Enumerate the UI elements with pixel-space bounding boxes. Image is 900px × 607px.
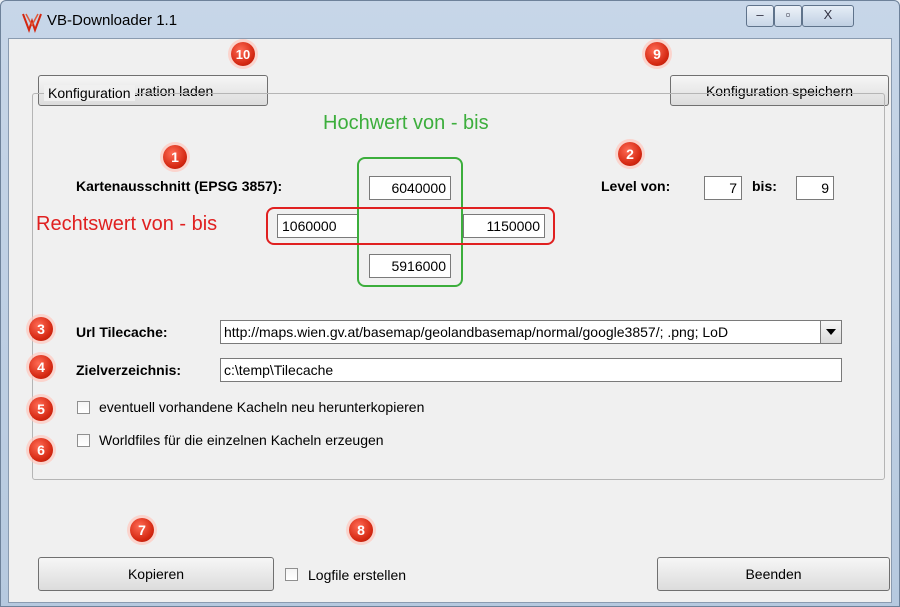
marker-2: 2 bbox=[618, 142, 642, 166]
marker-1: 1 bbox=[163, 145, 187, 169]
level-from-label: Level von: bbox=[601, 178, 671, 194]
window-title: VB-Downloader 1.1 bbox=[47, 12, 178, 29]
marker-9: 9 bbox=[645, 42, 669, 66]
minimize-icon: ‒ bbox=[756, 7, 764, 22]
target-label: Zielverzeichnis: bbox=[76, 362, 182, 378]
exit-button[interactable]: Beenden bbox=[657, 557, 890, 591]
overwrite-label: eventuell vorhandene Kacheln neu herunte… bbox=[99, 399, 425, 415]
worldfiles-label: Worldfiles für die einzelnen Kacheln erz… bbox=[99, 432, 384, 448]
app-logo-icon bbox=[22, 13, 42, 33]
logfile-checkbox[interactable] bbox=[285, 568, 298, 581]
level-to-input[interactable]: 9 bbox=[796, 176, 834, 200]
config-group-label: Konfiguration bbox=[44, 85, 135, 101]
level-to-label: bis: bbox=[752, 178, 777, 194]
easting-highlight-box bbox=[266, 207, 555, 245]
marker-10: 10 bbox=[231, 42, 255, 66]
copy-button[interactable]: Kopieren bbox=[38, 557, 274, 591]
marker-5: 5 bbox=[29, 397, 53, 421]
marker-7: 7 bbox=[130, 518, 154, 542]
config-groupbox bbox=[32, 93, 885, 480]
extent-label: Kartenausschnitt (EPSG 3857): bbox=[76, 178, 283, 194]
target-dir-input[interactable]: c:\temp\Tilecache bbox=[220, 358, 842, 382]
marker-4: 4 bbox=[29, 355, 53, 379]
minimize-button[interactable]: ‒ bbox=[746, 5, 774, 27]
url-label: Url Tilecache: bbox=[76, 324, 168, 340]
url-dropdown-button[interactable] bbox=[820, 320, 842, 344]
url-combobox[interactable]: http://maps.wien.gv.at/basemap/geolandba… bbox=[220, 320, 822, 344]
title-bar[interactable]: VB-Downloader 1.1 ‒ ▫ X bbox=[1, 1, 899, 35]
overwrite-checkbox[interactable] bbox=[77, 401, 90, 414]
maximize-icon: ▫ bbox=[785, 7, 791, 22]
chevron-down-icon bbox=[826, 329, 836, 335]
close-button[interactable]: X bbox=[802, 5, 854, 27]
maximize-button[interactable]: ▫ bbox=[774, 5, 802, 27]
northing-annotation: Hochwert von - bis bbox=[323, 112, 489, 134]
logfile-label: Logfile erstellen bbox=[308, 567, 407, 583]
worldfiles-checkbox[interactable] bbox=[77, 434, 90, 447]
marker-8: 8 bbox=[349, 518, 373, 542]
level-from-input[interactable]: 7 bbox=[704, 176, 742, 200]
easting-annotation: Rechtswert von - bis bbox=[36, 213, 218, 235]
close-icon: X bbox=[823, 7, 833, 22]
marker-6: 6 bbox=[29, 438, 53, 462]
marker-3: 3 bbox=[29, 317, 53, 341]
